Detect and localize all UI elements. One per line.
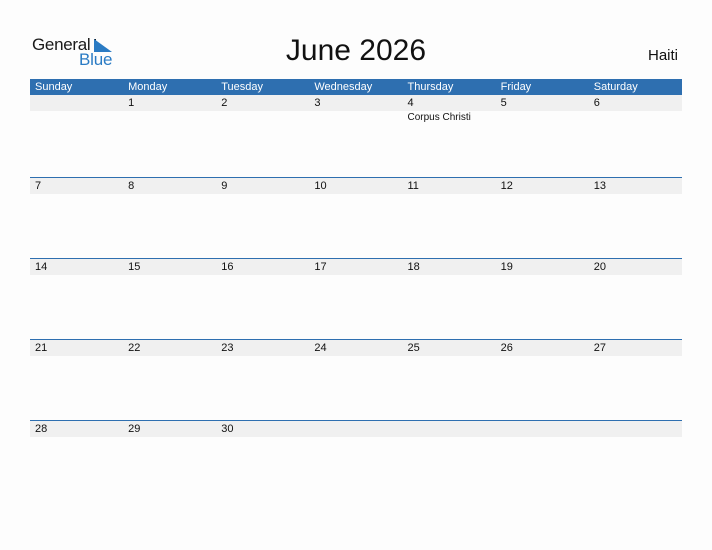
day-cell: 27 — [593, 342, 606, 354]
day-cell: 16 — [221, 261, 234, 273]
day-cell: 28 — [35, 423, 48, 435]
holiday-event: Corpus Christi — [407, 112, 471, 123]
event-cell — [216, 111, 309, 125]
day-cell: 9 — [221, 180, 228, 192]
day-cell — [496, 421, 589, 437]
day-cell — [309, 421, 402, 437]
weekday-tuesday: Tuesday — [221, 81, 264, 93]
day-cell — [30, 95, 123, 111]
day-cell: 11 — [407, 180, 419, 192]
week-row: 1 2 3 4 5 6 Corpus Christi — [30, 95, 682, 177]
calendar-grid: Sunday Monday Tuesday Wednesday Thursday… — [30, 79, 682, 501]
week-row: 14 15 16 17 18 19 20 — [30, 258, 682, 339]
day-cell: 6 — [593, 97, 600, 109]
day-cell: 2 — [221, 97, 228, 109]
day-cell: 18 — [407, 261, 420, 273]
day-cell: 3 — [314, 97, 321, 109]
date-strip: 28 29 30 — [30, 420, 682, 437]
week-row: 28 29 30 — [30, 420, 682, 501]
weekday-thursday: Thursday — [407, 81, 454, 93]
day-cell: 26 — [500, 342, 513, 354]
date-strip: 7 8 9 10 11 12 13 — [30, 177, 682, 194]
calendar-title: June 2026 — [285, 34, 427, 67]
day-cell: 21 — [35, 342, 48, 354]
day-cell: 4 — [407, 97, 414, 109]
date-strip: 21 22 23 24 25 26 27 — [30, 339, 682, 356]
day-cell: 13 — [593, 180, 606, 192]
weekday-saturday: Saturday — [593, 81, 638, 93]
event-cell — [496, 111, 589, 125]
date-strip: 1 2 3 4 5 6 — [30, 95, 682, 111]
day-cell: 20 — [593, 261, 606, 273]
country-label: Haiti — [647, 47, 678, 64]
day-cell: 12 — [500, 180, 513, 192]
day-cell: 29 — [128, 423, 141, 435]
day-cell: 23 — [221, 342, 234, 354]
weekday-friday: Friday — [500, 81, 532, 93]
day-cell: 1 — [128, 97, 135, 109]
event-cell — [123, 111, 216, 125]
week-row: 21 22 23 24 25 26 27 — [30, 339, 682, 420]
day-cell: 24 — [314, 342, 327, 354]
weekday-header: Sunday Monday Tuesday Wednesday Thursday… — [30, 79, 682, 95]
day-cell: 22 — [128, 342, 141, 354]
day-cell: 5 — [500, 97, 507, 109]
weekday-monday: Monday — [128, 81, 168, 93]
day-cell — [589, 421, 682, 437]
event-row: Corpus Christi — [30, 111, 682, 125]
day-cell: 19 — [500, 261, 513, 273]
day-cell: 25 — [407, 342, 420, 354]
day-cell: 15 — [128, 261, 141, 273]
weekday-sunday: Sunday — [35, 81, 73, 93]
day-cell: 30 — [221, 423, 234, 435]
day-cell: 7 — [35, 180, 42, 192]
event-cell — [589, 111, 682, 125]
day-cell: 10 — [314, 180, 327, 192]
weekday-wednesday: Wednesday — [314, 81, 373, 93]
day-cell: 17 — [314, 261, 327, 273]
day-cell: 14 — [35, 261, 48, 273]
event-cell — [30, 111, 123, 125]
event-cell — [309, 111, 402, 125]
date-strip: 14 15 16 17 18 19 20 — [30, 258, 682, 275]
day-cell — [403, 421, 496, 437]
week-row: 7 8 9 10 11 12 13 — [30, 177, 682, 258]
day-cell: 8 — [128, 180, 135, 192]
